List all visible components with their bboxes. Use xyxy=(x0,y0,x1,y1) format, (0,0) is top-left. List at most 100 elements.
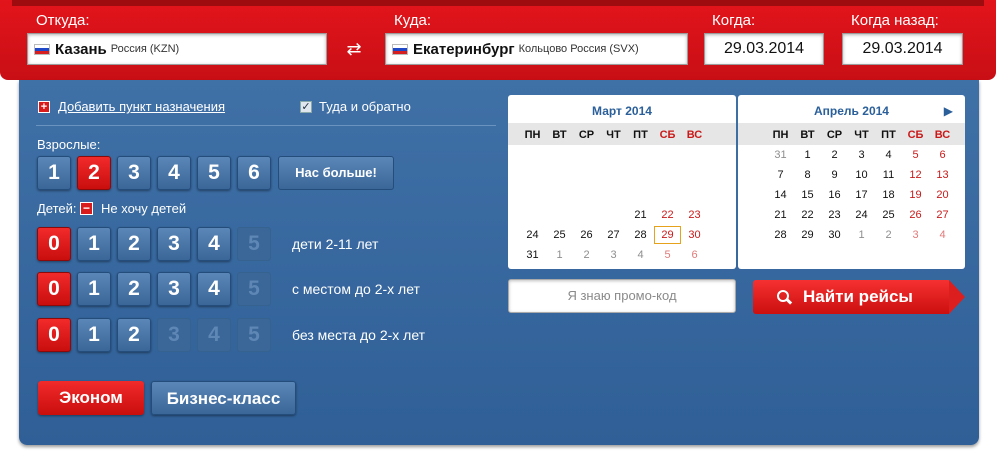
calendar-day[interactable]: 26 xyxy=(573,225,600,245)
calendar-empty-cell xyxy=(794,245,821,265)
calendar-empty-cell xyxy=(627,165,654,185)
child-count-button[interactable]: 0 xyxy=(37,318,71,352)
child-count-button[interactable]: 1 xyxy=(77,318,111,352)
calendar-day[interactable]: 23 xyxy=(821,205,848,225)
calendar-day[interactable]: 21 xyxy=(767,205,794,225)
calendar-empty-cell xyxy=(654,185,681,205)
calendar-day[interactable]: 25 xyxy=(875,205,902,225)
calendar-day[interactable]: 24 xyxy=(848,205,875,225)
child-count-button[interactable]: 4 xyxy=(197,227,231,261)
child-count-button[interactable]: 3 xyxy=(157,227,191,261)
promo-code-input[interactable]: Я знаю промо-код xyxy=(508,279,736,313)
calendar-day[interactable]: 2 xyxy=(821,145,848,165)
calendar-empty-cell xyxy=(821,245,848,265)
calendar-day[interactable]: 15 xyxy=(794,185,821,205)
to-field[interactable]: Екатеринбург Кольцово Россия (SVX) xyxy=(385,33,688,65)
adult-count-button[interactable]: 6 xyxy=(237,156,271,190)
swap-arrows-icon[interactable]: ⇄ xyxy=(342,40,366,58)
calendar-day[interactable]: 17 xyxy=(848,185,875,205)
calendar-day[interactable]: 31 xyxy=(767,145,794,165)
calendar-day[interactable]: 5 xyxy=(902,145,929,165)
calendar-day[interactable]: 4 xyxy=(627,245,654,265)
calendar-march: Март 2014 ПН ВТ СР ЧТ ПТ СБ ВС 21 22 23 24 25 26 27 28… xyxy=(508,95,736,269)
child-count-button[interactable]: 1 xyxy=(77,227,111,261)
depart-date-field[interactable]: 29.03.2014 xyxy=(704,33,824,65)
calendar-day[interactable]: 5 xyxy=(654,245,681,265)
weekday-header: ПН xyxy=(524,129,541,141)
calendar-day[interactable]: 23 xyxy=(681,205,708,225)
calendar-day[interactable]: 14 xyxy=(767,185,794,205)
child-count-button[interactable]: 0 xyxy=(37,227,71,261)
return-date-field[interactable]: 29.03.2014 xyxy=(842,33,963,65)
calendar-day[interactable]: 31 xyxy=(519,245,546,265)
calendar-day[interactable]: 27 xyxy=(600,225,627,245)
calendar-day[interactable]: 1 xyxy=(546,245,573,265)
child-count-button[interactable]: 4 xyxy=(197,272,231,306)
calendar-day[interactable]: 9 xyxy=(821,165,848,185)
child-count-button[interactable]: 2 xyxy=(117,227,151,261)
calendar-day[interactable]: 22 xyxy=(654,205,681,225)
weekday-header: СР xyxy=(578,129,595,141)
calendar-day[interactable]: 1 xyxy=(794,145,821,165)
from-field[interactable]: Казань Россия (KZN) xyxy=(27,33,327,65)
child-count-button[interactable]: 0 xyxy=(37,272,71,306)
calendar-day[interactable]: 18 xyxy=(875,185,902,205)
calendar-day[interactable]: 6 xyxy=(929,145,956,165)
calendar-day[interactable]: 20 xyxy=(929,185,956,205)
adult-count-button[interactable]: 4 xyxy=(157,156,191,190)
next-month-icon[interactable]: ▶ xyxy=(944,104,953,118)
calendar-day[interactable]: 24 xyxy=(519,225,546,245)
calendar-day[interactable]: 30 xyxy=(821,225,848,245)
calendar-day[interactable]: 7 xyxy=(767,165,794,185)
add-destination-link[interactable]: Добавить пункт назначения xyxy=(58,99,225,114)
calendar-day[interactable]: 10 xyxy=(848,165,875,185)
calendar-day[interactable]: 6 xyxy=(681,245,708,265)
adult-count-button[interactable]: 3 xyxy=(117,156,151,190)
calendar-day[interactable]: 2 xyxy=(875,225,902,245)
calendar-day[interactable]: 11 xyxy=(875,165,902,185)
calendar-empty-cell xyxy=(654,145,681,165)
calendar-day[interactable]: 25 xyxy=(546,225,573,245)
minus-icon[interactable]: − xyxy=(80,202,93,215)
calendar-day[interactable]: 8 xyxy=(794,165,821,185)
child-count-button[interactable]: 2 xyxy=(117,272,151,306)
calendar-april-grid: ПН ВТ СР ЧТ ПТ СБ ВС 31 1 2 3 4 5 6 7 8 9 10 11 12 13 14 15 16 1… xyxy=(738,125,965,265)
child-count-button[interactable]: 2 xyxy=(117,318,151,352)
calendar-day[interactable]: 1 xyxy=(848,225,875,245)
calendar-day[interactable]: 4 xyxy=(929,225,956,245)
calendar-day[interactable]: 2 xyxy=(573,245,600,265)
calendar-empty-cell xyxy=(519,165,546,185)
business-class-button[interactable]: Бизнес-класс xyxy=(151,381,296,415)
calendar-day[interactable]: 3 xyxy=(848,145,875,165)
calendar-day[interactable]: 3 xyxy=(600,245,627,265)
child-age-label: с местом до 2-х лет xyxy=(292,281,420,297)
calendar-day[interactable]: 13 xyxy=(929,165,956,185)
economy-class-button[interactable]: Эконом xyxy=(38,381,144,415)
calendar-day[interactable]: 21 xyxy=(627,205,654,225)
calendar-day[interactable]: 12 xyxy=(902,165,929,185)
adult-count-button[interactable]: 2 xyxy=(77,156,111,190)
calendar-day[interactable]: 29 xyxy=(794,225,821,245)
roundtrip-checkbox[interactable]: ✓ xyxy=(300,101,312,113)
more-passengers-button[interactable]: Нас больше! xyxy=(278,156,394,190)
calendar-day[interactable]: 4 xyxy=(875,145,902,165)
adult-count-button[interactable]: 1 xyxy=(37,156,71,190)
calendar-day[interactable]: 22 xyxy=(794,205,821,225)
add-icon[interactable]: + xyxy=(38,101,50,113)
calendar-day[interactable]: 27 xyxy=(929,205,956,225)
calendar-day[interactable]: 30 xyxy=(681,225,708,245)
calendar-day[interactable]: 3 xyxy=(902,225,929,245)
calendar-day[interactable]: 19 xyxy=(902,185,929,205)
no-children-label[interactable]: Не хочу детей xyxy=(101,201,186,216)
calendar-day[interactable]: 29 xyxy=(654,226,681,244)
child-count-button[interactable]: 1 xyxy=(77,272,111,306)
child-count-button[interactable]: 3 xyxy=(157,272,191,306)
calendar-day[interactable]: 26 xyxy=(902,205,929,225)
calendar-day[interactable]: 28 xyxy=(767,225,794,245)
adult-count-button[interactable]: 5 xyxy=(197,156,231,190)
calendar-april: Апрель 2014 ▶ ПН ВТ СР ЧТ ПТ СБ ВС 31 1 2 3 4 5 6 7 8 9 1… xyxy=(738,95,965,269)
weekday-header: ПТ xyxy=(881,129,896,141)
calendar-day[interactable]: 28 xyxy=(627,225,654,245)
calendar-day[interactable]: 16 xyxy=(821,185,848,205)
calendar-empty-cell xyxy=(681,165,708,185)
